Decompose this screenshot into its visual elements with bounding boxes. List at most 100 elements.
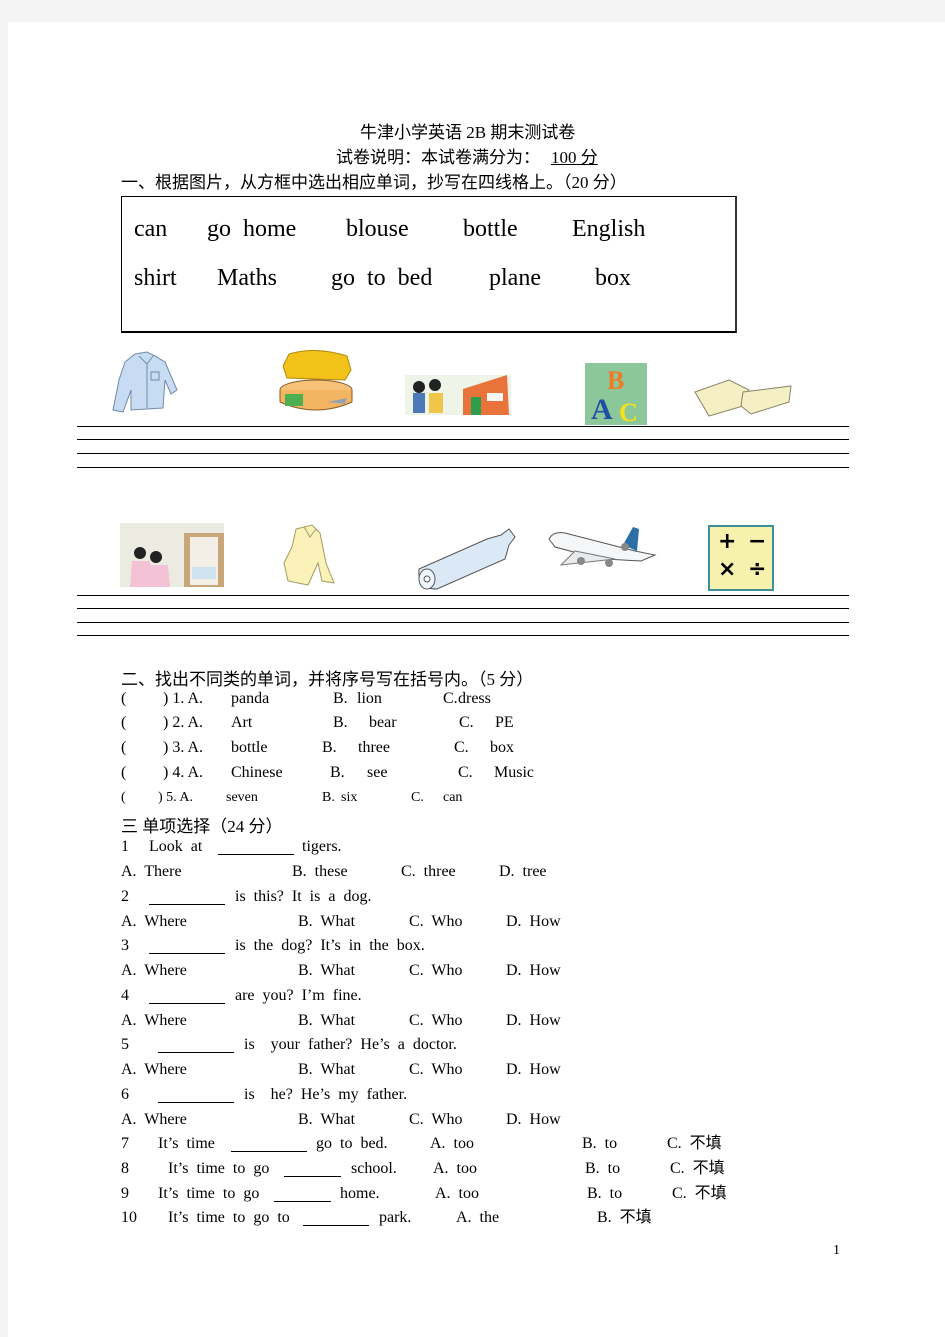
english-abc-picture: B A C bbox=[585, 363, 647, 425]
question-text-after: is the dog? It’s in the box. bbox=[235, 937, 425, 954]
full-score: 100 分 bbox=[551, 148, 598, 167]
word-bank-box: can go home blouse bottle English shirt … bbox=[121, 196, 737, 333]
writing-line bbox=[77, 622, 849, 623]
answer-blank[interactable] bbox=[284, 1162, 341, 1177]
answer-blank[interactable] bbox=[303, 1211, 369, 1226]
option-a: seven bbox=[226, 790, 258, 805]
option-b: bear bbox=[369, 714, 397, 731]
word-bank-item: plane bbox=[489, 265, 541, 291]
option-c-label: C. bbox=[443, 690, 458, 707]
word-bank-item: can bbox=[134, 216, 168, 242]
option-b: three bbox=[358, 739, 390, 756]
choice-a: A. too bbox=[430, 1135, 474, 1152]
answer-blank[interactable] bbox=[149, 989, 225, 1004]
svg-text:C: C bbox=[619, 398, 638, 425]
question-text-after: go to bed. bbox=[316, 1135, 388, 1152]
option-c: can bbox=[443, 790, 463, 805]
choice-b: B. to bbox=[585, 1160, 621, 1177]
answer-bracket[interactable]: ( bbox=[121, 714, 126, 732]
plus-symbol: + bbox=[718, 529, 737, 554]
answer-blank[interactable] bbox=[149, 939, 225, 954]
answer-blank[interactable] bbox=[158, 1038, 234, 1053]
bottle-picture bbox=[418, 528, 516, 590]
question-text-after: is this? It is a dog. bbox=[235, 888, 372, 905]
svg-text:A: A bbox=[591, 393, 613, 425]
choice-b: B. What bbox=[298, 1111, 356, 1128]
choice-a: A. Where bbox=[121, 1111, 187, 1128]
blouse-picture bbox=[283, 524, 335, 586]
choice-b: B. What bbox=[298, 962, 356, 979]
answer-bracket[interactable]: ( bbox=[121, 690, 126, 708]
choice-c: C. Who bbox=[409, 962, 463, 979]
option-b-label: B. bbox=[330, 764, 345, 781]
option-a: panda bbox=[231, 690, 270, 707]
item-number: ) 1. A. bbox=[163, 690, 203, 707]
choice-c: C. 不填 bbox=[670, 1160, 725, 1177]
choice-d: D. How bbox=[506, 1061, 561, 1078]
answer-blank[interactable] bbox=[158, 1088, 234, 1103]
question-text-before: Look at bbox=[149, 838, 203, 855]
option-c: dress bbox=[458, 690, 491, 707]
question-text-after: home. bbox=[340, 1185, 380, 1202]
question-text-after: school. bbox=[351, 1160, 397, 1177]
choice-d: D. How bbox=[506, 1111, 561, 1128]
question-number: 6 bbox=[121, 1086, 129, 1103]
answer-bracket[interactable]: ( bbox=[121, 790, 126, 806]
word-bank-item: shirt bbox=[134, 265, 177, 291]
question-number: 2 bbox=[121, 888, 129, 905]
question-number: 8 bbox=[121, 1160, 129, 1177]
choice-c: C. 不填 bbox=[667, 1135, 722, 1152]
answer-blank[interactable] bbox=[218, 840, 294, 855]
question-number: 3 bbox=[121, 937, 129, 954]
can-picture bbox=[279, 350, 353, 411]
word-bank-item: box bbox=[595, 265, 631, 291]
question-number: 5 bbox=[121, 1036, 129, 1053]
answer-bracket[interactable]: ( bbox=[121, 764, 126, 782]
choice-d: D. tree bbox=[499, 863, 547, 880]
choice-c: C. Who bbox=[409, 1012, 463, 1029]
section3-heading: 三 单项选择（24 分） bbox=[121, 817, 283, 836]
choice-b: B. What bbox=[298, 1061, 356, 1078]
word-bank-item: blouse bbox=[346, 216, 409, 242]
box-picture bbox=[694, 379, 792, 417]
choice-c: C. 不填 bbox=[672, 1185, 727, 1202]
option-c-label: C. bbox=[459, 714, 474, 731]
writing-line bbox=[77, 453, 849, 454]
word-bank-item: Maths bbox=[217, 265, 277, 291]
option-a: Chinese bbox=[231, 764, 283, 781]
word-bank-item: go to bed bbox=[331, 265, 433, 291]
answer-blank[interactable] bbox=[231, 1137, 307, 1152]
choice-a: A. the bbox=[456, 1209, 500, 1226]
shirt-picture bbox=[112, 351, 178, 413]
option-a: Art bbox=[231, 714, 253, 731]
choice-b: B. What bbox=[298, 1012, 356, 1029]
choice-b: B. to bbox=[582, 1135, 618, 1152]
svg-text:B: B bbox=[607, 366, 624, 395]
instructions-label: 试卷说明：本试卷满分为： bbox=[336, 148, 540, 167]
option-b-label: B. bbox=[322, 739, 337, 756]
choice-c: C. Who bbox=[409, 1111, 463, 1128]
choice-b: B. What bbox=[298, 913, 356, 930]
option-b-label: B. bbox=[322, 790, 335, 805]
item-number: ) 5. A. bbox=[158, 790, 193, 805]
question-text-after: is your father? He’s a doctor. bbox=[244, 1036, 457, 1053]
exam-instructions: 试卷说明：本试卷满分为： 100 分 bbox=[336, 143, 602, 168]
choice-a: A. Where bbox=[121, 913, 187, 930]
question-number: 4 bbox=[121, 987, 129, 1004]
item-number: ) 4. A. bbox=[163, 764, 203, 781]
item-number: ) 2. A. bbox=[163, 714, 203, 731]
word-bank-item: English bbox=[572, 216, 646, 242]
option-b: lion bbox=[357, 690, 382, 707]
question-text-after: are you? I’m fine. bbox=[235, 987, 362, 1004]
question-text-before: It’s time bbox=[158, 1135, 215, 1152]
choice-a: A. Where bbox=[121, 962, 187, 979]
answer-blank[interactable] bbox=[274, 1187, 331, 1202]
choice-b: B. to bbox=[587, 1185, 623, 1202]
choice-b: B. 不填 bbox=[597, 1209, 652, 1226]
choice-c: C. Who bbox=[409, 913, 463, 930]
question-number: 1 bbox=[121, 838, 129, 855]
answer-blank[interactable] bbox=[149, 890, 225, 905]
writing-line bbox=[77, 608, 849, 609]
question-text-before: It’s time to go bbox=[168, 1160, 270, 1177]
answer-bracket[interactable]: ( bbox=[121, 739, 126, 757]
